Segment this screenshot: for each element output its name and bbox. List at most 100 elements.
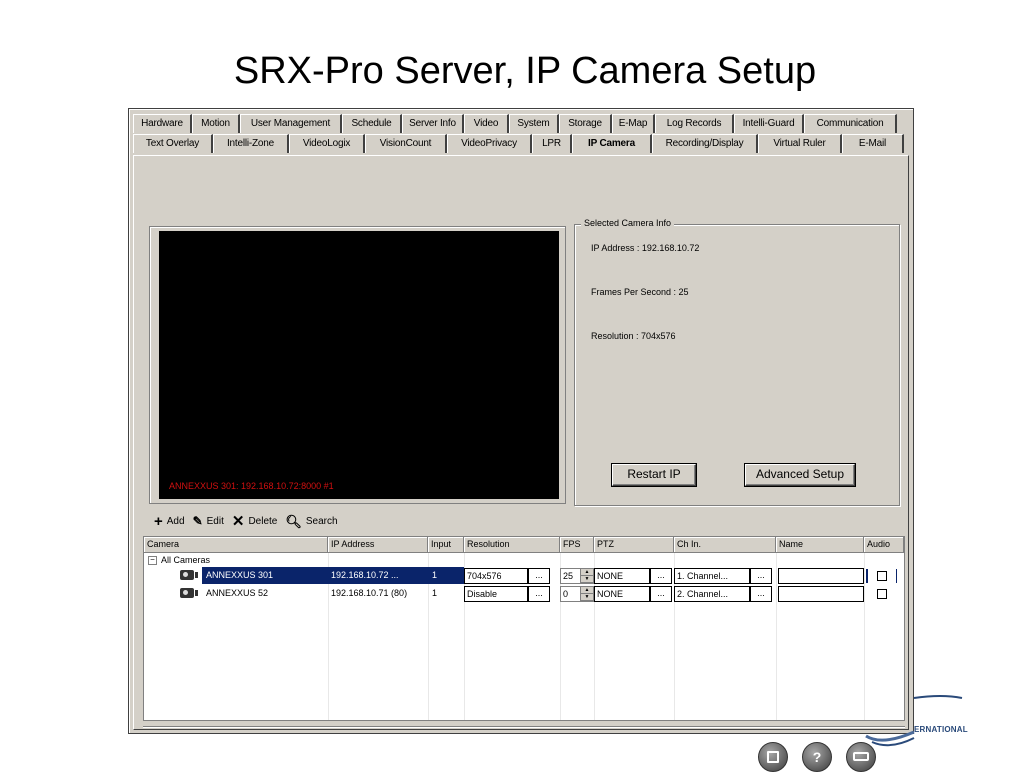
camera-toolbar: + Add ✎ Edit ✕ Delete 🔍︎ Search xyxy=(154,511,346,531)
cell-input: 1 xyxy=(428,567,464,584)
resolution-field[interactable]: Disable xyxy=(464,586,528,602)
header-ip-address[interactable]: IP Address xyxy=(328,537,428,553)
video-overlay-text: ANNEXXUS 301: 192.168.10.72:8000 #1 xyxy=(169,481,334,491)
cell-camera: ANNEXXUS 301 xyxy=(202,567,328,584)
ptz-field[interactable]: NONE xyxy=(594,568,650,584)
delete-icon: ✕ xyxy=(231,512,245,530)
table-row[interactable]: ANNEXXUS 52 192.168.10.71 (80) 1 Disable… xyxy=(144,585,904,602)
help-icon: ? xyxy=(812,749,822,765)
tab-ip-camera[interactable]: IP Camera xyxy=(572,134,652,153)
name-field[interactable] xyxy=(778,568,864,584)
row-marker xyxy=(896,569,897,583)
info-fps: Frames Per Second : 25 xyxy=(591,287,689,297)
edit-icon: ✎ xyxy=(192,514,203,528)
camera-grid[interactable]: Camera IP Address Input Resolution FPS P… xyxy=(143,536,905,721)
tab-server-info[interactable]: Server Info xyxy=(402,114,464,133)
header-name[interactable]: Name xyxy=(776,537,864,553)
add-label: Add xyxy=(166,515,185,527)
down-arrow-icon[interactable]: ▼ xyxy=(581,594,593,601)
fps-value: 25 xyxy=(563,571,574,581)
up-arrow-icon[interactable]: ▲ xyxy=(581,569,593,576)
header-audio[interactable]: Audio xyxy=(864,537,904,553)
cell-camera: ANNEXXUS 52 xyxy=(206,588,269,598)
tab-motion[interactable]: Motion xyxy=(192,114,240,133)
header-fps[interactable]: FPS xyxy=(560,537,594,553)
tree-root-label: All Cameras xyxy=(161,555,211,565)
tab-lpr[interactable]: LPR xyxy=(532,134,572,153)
tab-videoprivacy[interactable]: VideoPrivacy xyxy=(447,134,532,153)
tab-intelli-zone[interactable]: Intelli-Zone xyxy=(213,134,289,153)
header-camera[interactable]: Camera xyxy=(144,537,328,553)
tab-video[interactable]: Video xyxy=(464,114,509,133)
camera-info-legend: Selected Camera Info xyxy=(581,218,675,228)
header-ptz[interactable]: PTZ xyxy=(594,537,674,553)
ip-camera-panel: ANNEXXUS 301: 192.168.10.72:8000 #1 Sele… xyxy=(133,155,909,772)
ptz-browse-button[interactable]: ... xyxy=(650,568,672,584)
header-input[interactable]: Input xyxy=(428,537,464,553)
bottom-divider xyxy=(143,726,905,728)
tree-root-all-cameras[interactable]: − All Cameras xyxy=(148,555,210,565)
ch-in-browse-button[interactable]: ... xyxy=(750,568,772,584)
tab-log-records[interactable]: Log Records xyxy=(655,114,734,133)
tab-e-mail[interactable]: E-Mail xyxy=(842,134,904,153)
ptz-field[interactable]: NONE xyxy=(594,586,650,602)
down-arrow-icon[interactable]: ▼ xyxy=(581,576,593,583)
tab-row-1: Hardware Motion User Management Schedule… xyxy=(133,114,897,133)
company-logo-text: ERNATIONAL xyxy=(914,725,968,734)
resolution-browse-button[interactable]: ... xyxy=(528,586,550,602)
cell-ip: 192.168.10.71 (80) xyxy=(331,588,408,598)
tab-e-map[interactable]: E-Map xyxy=(612,114,655,133)
cell-ip: 192.168.10.72 ... xyxy=(328,567,428,584)
tab-text-overlay[interactable]: Text Overlay xyxy=(133,134,213,153)
ptz-browse-button[interactable]: ... xyxy=(650,586,672,602)
spin-arrows[interactable]: ▲ ▼ xyxy=(580,569,593,583)
cell-input: 1 xyxy=(432,588,438,598)
selected-camera-info: Selected Camera Info IP Address : 192.16… xyxy=(574,218,900,506)
spin-arrows[interactable]: ▲ ▼ xyxy=(580,587,593,601)
tab-videologix[interactable]: VideoLogix xyxy=(289,134,365,153)
video-preview: ANNEXXUS 301: 192.168.10.72:8000 #1 xyxy=(159,231,559,499)
tab-communication[interactable]: Communication xyxy=(804,114,897,133)
tab-visioncount[interactable]: VisionCount xyxy=(365,134,447,153)
search-label: Search xyxy=(305,515,338,527)
audio-checkbox[interactable] xyxy=(877,589,887,599)
ch-in-field[interactable]: 1. Channel... xyxy=(674,568,750,584)
tab-system[interactable]: System xyxy=(509,114,559,133)
tab-storage[interactable]: Storage xyxy=(559,114,612,133)
tab-user-management[interactable]: User Management xyxy=(240,114,342,133)
tab-recording-display[interactable]: Recording/Display xyxy=(652,134,758,153)
search-icon: 🔍︎ xyxy=(285,513,302,529)
tab-virtual-ruler[interactable]: Virtual Ruler xyxy=(758,134,842,153)
resolution-browse-button[interactable]: ... xyxy=(528,568,550,584)
delete-label: Delete xyxy=(248,515,278,527)
company-logo-swoosh xyxy=(865,695,963,747)
plus-icon: + xyxy=(154,512,163,530)
grid-header: Camera IP Address Input Resolution FPS P… xyxy=(144,537,904,553)
audio-checkbox[interactable] xyxy=(877,571,887,581)
table-row[interactable]: ANNEXXUS 301 192.168.10.72 ... 1 704x576… xyxy=(144,567,904,584)
advanced-setup-button[interactable]: Advanced Setup xyxy=(745,464,855,486)
ch-in-browse-button[interactable]: ... xyxy=(750,586,772,602)
camera-icon xyxy=(180,588,198,598)
add-button[interactable]: + Add xyxy=(154,514,185,529)
app-window: Hardware Motion User Management Schedule… xyxy=(128,108,914,772)
edit-label: Edit xyxy=(206,515,224,527)
edit-button[interactable]: ✎ Edit xyxy=(193,515,224,527)
up-arrow-icon[interactable]: ▲ xyxy=(581,587,593,594)
ch-in-field[interactable]: 2. Channel... xyxy=(674,586,750,602)
name-field[interactable] xyxy=(778,586,864,602)
keyboard-icon xyxy=(853,752,869,762)
search-button[interactable]: 🔍︎ Search xyxy=(285,515,337,528)
restart-ip-button[interactable]: Restart IP xyxy=(612,464,696,486)
delete-button[interactable]: ✕ Delete xyxy=(232,514,277,529)
camera-icon xyxy=(180,570,198,580)
resolution-field[interactable]: 704x576 xyxy=(464,568,528,584)
fps-stepper[interactable]: 25 ▲ ▼ xyxy=(560,568,594,584)
header-resolution[interactable]: Resolution xyxy=(464,537,560,553)
tab-schedule[interactable]: Schedule xyxy=(342,114,402,133)
fps-stepper[interactable]: 0 ▲ ▼ xyxy=(560,586,594,602)
collapse-icon[interactable]: − xyxy=(148,555,157,565)
tab-hardware[interactable]: Hardware xyxy=(133,114,192,133)
header-ch-in[interactable]: Ch In. xyxy=(674,537,776,553)
tab-intelli-guard[interactable]: Intelli-Guard xyxy=(734,114,804,133)
